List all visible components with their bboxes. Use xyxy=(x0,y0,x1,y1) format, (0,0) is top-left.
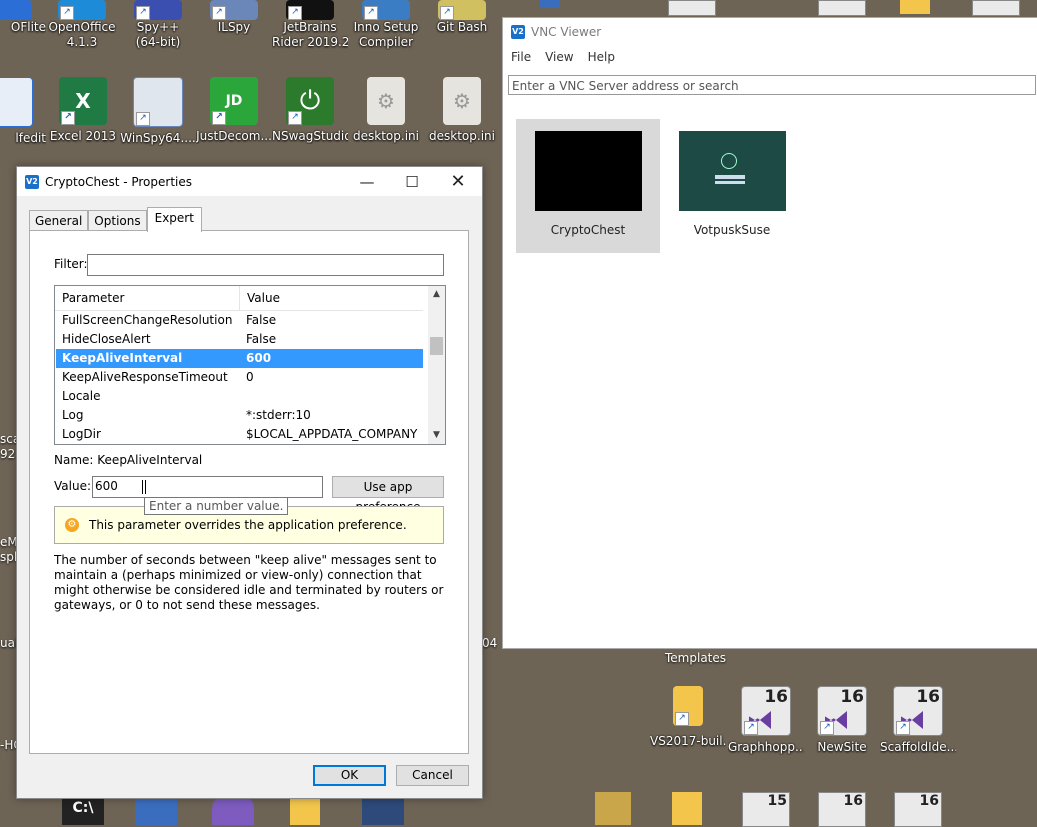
use-app-preference-button[interactable]: Use app preference xyxy=(332,476,444,514)
justdecompile-icon[interactable]: JD ↗ JustDecom... xyxy=(196,77,272,144)
scroll-thumb[interactable] xyxy=(430,337,443,355)
table-row-selected[interactable]: KeepAliveInterval 600 xyxy=(56,349,423,368)
ok-button[interactable]: OK xyxy=(313,765,386,786)
nswag-icon[interactable]: ⏻ ↗ NSwagStudio xyxy=(272,77,348,144)
vs-solution-icon[interactable]: 16 xyxy=(894,792,942,827)
parameter-list[interactable]: Parameter Value FullScreenChangeResoluti… xyxy=(54,285,446,445)
edit-app-icon[interactable]: lfedit xyxy=(0,77,46,146)
rider-label: JetBrainsRider 2019.2... xyxy=(272,20,348,49)
openoffice-icon[interactable]: ↗ OpenOffice 4.1.3 xyxy=(44,0,120,50)
table-row[interactable]: LogDir $LOCAL_APPDATA_COMPANY xyxy=(56,425,423,444)
vnc-logo-icon: V2 xyxy=(511,25,525,39)
excel-icon[interactable]: X ↗ Excel 2013 xyxy=(45,77,121,144)
winspy-icon[interactable]: ↗ WinSpy64.... xyxy=(120,77,196,146)
innosetup-icon[interactable]: ↗ Inno Setup Compiler xyxy=(348,0,424,50)
ilspy-icon[interactable]: ↗ ILSpy xyxy=(196,0,272,35)
parameter-description: The number of seconds between "keep aliv… xyxy=(54,553,444,612)
menu-help[interactable]: Help xyxy=(588,50,615,64)
fragment-text: 04 xyxy=(482,636,498,650)
vnc-logo-icon: V2 xyxy=(25,174,39,189)
vs-solution-icon[interactable] xyxy=(818,0,866,16)
dialog-title-bar[interactable]: V2 CryptoChest - Properties — ☐ ✕ xyxy=(17,167,482,196)
table-row[interactable]: Log *:stderr:10 xyxy=(56,406,423,425)
vs-solution-icon[interactable]: 15 xyxy=(742,792,790,827)
list-header: Parameter Value xyxy=(55,286,423,311)
openoffice-label: OpenOffice 4.1.3 xyxy=(48,20,116,49)
folder-icon[interactable] xyxy=(672,792,702,825)
override-notice-text: This parameter overrides the application… xyxy=(89,518,407,532)
tab-general[interactable]: General xyxy=(29,210,89,232)
table-row[interactable]: HideCloseAlert False xyxy=(56,330,423,349)
minimize-button[interactable]: — xyxy=(344,167,390,196)
window-title: VNC Viewer xyxy=(531,25,602,39)
file-icon[interactable]: ⚙ desktop.ini xyxy=(348,77,424,144)
file-icon[interactable]: ⚙ desktop.ini xyxy=(424,77,500,144)
vnc-viewer-window: V2 VNC Viewer File View Help Enter a VNC… xyxy=(502,17,1037,649)
value-label: Value: xyxy=(54,479,91,493)
vs-solution-icon[interactable]: 16 ↗ NewSite xyxy=(804,686,880,755)
filter-label: Filter: xyxy=(54,257,88,271)
connection-tile-cryptochest[interactable]: CryptoChest xyxy=(516,119,660,253)
value-input[interactable]: 600 xyxy=(92,476,323,498)
tab-expert[interactable]: Expert xyxy=(146,207,202,232)
name-label: Name: KeepAliveInterval xyxy=(54,453,203,467)
tab-options[interactable]: Options xyxy=(88,210,147,232)
folder-icon[interactable]: ↗ VS2017-buil... xyxy=(650,686,726,749)
connection-thumbnail xyxy=(534,131,642,211)
connection-name: CryptoChest xyxy=(550,223,626,237)
maximize-button[interactable]: ☐ xyxy=(389,167,435,196)
rider-icon[interactable]: ↗ JetBrainsRider 2019.2... xyxy=(272,0,348,50)
spy-label: Spy++ (64-bit) xyxy=(135,20,181,49)
pencil-icon[interactable] xyxy=(595,792,631,825)
vs-solution-icon[interactable]: 16 ↗ Graphhopp... xyxy=(728,686,804,755)
menu-view[interactable]: View xyxy=(545,50,573,64)
spy-icon[interactable]: ↗ Spy++ (64-bit) xyxy=(120,0,196,50)
vs-solution-icon[interactable]: 16 xyxy=(818,792,866,827)
tab-strip: General Options Expert xyxy=(29,207,202,232)
menu-file[interactable]: File xyxy=(511,50,531,64)
connection-name: VotpuskSuse xyxy=(693,223,771,237)
dialog-title: CryptoChest - Properties xyxy=(45,174,193,189)
scroll-up-icon[interactable]: ▲ xyxy=(428,286,445,303)
close-button[interactable]: ✕ xyxy=(435,167,481,196)
menu-bar: File View Help xyxy=(503,46,1037,68)
name-value: KeepAliveInterval xyxy=(97,453,203,467)
cancel-button[interactable]: Cancel xyxy=(396,765,469,786)
connection-thumbnail xyxy=(678,131,786,211)
vs-solution-icon[interactable]: 16 ↗ ScaffoldIde... xyxy=(880,686,956,755)
table-row[interactable]: Locale xyxy=(56,387,423,406)
innosetup-label: Inno Setup Compiler xyxy=(353,20,419,49)
vs-solution-icon[interactable] xyxy=(668,0,716,16)
properties-dialog: V2 CryptoChest - Properties — ☐ ✕ Genera… xyxy=(16,166,483,799)
title-bar[interactable]: V2 VNC Viewer xyxy=(503,18,1037,46)
pdf-app-icon[interactable]: OFlite xyxy=(0,0,46,35)
warning-gear-icon: ⚙ xyxy=(65,518,79,532)
text-cursor-icon xyxy=(142,480,146,494)
value-tooltip: Enter a number value. xyxy=(144,497,289,515)
server-search-input[interactable]: Enter a VNC Server address or search xyxy=(508,75,1036,95)
vs-solution-icon[interactable] xyxy=(972,0,1020,16)
connection-tile-votpusksuse[interactable]: VotpuskSuse xyxy=(660,119,804,253)
table-row[interactable]: FullScreenChangeResolution False xyxy=(56,311,423,330)
git-bash-icon[interactable]: ↗ Git Bash xyxy=(424,0,500,35)
table-row[interactable]: KeepAliveResponseTimeout 0 xyxy=(56,368,423,387)
folder-icon[interactable] xyxy=(900,0,930,14)
column-parameter[interactable]: Parameter xyxy=(55,286,240,310)
scroll-down-icon[interactable]: ▼ xyxy=(428,427,445,444)
app-icon[interactable] xyxy=(540,0,560,8)
vertical-scrollbar[interactable]: ▲ ▼ xyxy=(428,286,445,444)
filter-input[interactable] xyxy=(87,254,444,276)
templates-label: Templates xyxy=(665,651,727,665)
column-value[interactable]: Value xyxy=(240,286,280,310)
